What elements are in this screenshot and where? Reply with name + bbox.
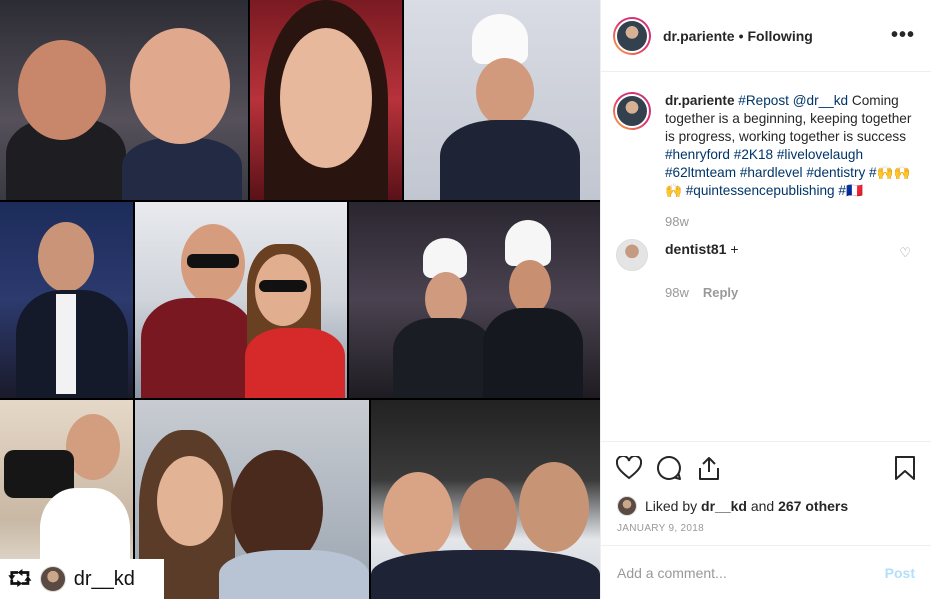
- following-button[interactable]: Following: [748, 28, 813, 44]
- post-side-panel: dr.pariente • Following ••• dr.pariente …: [600, 0, 931, 599]
- collage-photo-sunglasses-couple: [135, 202, 347, 398]
- caption-username[interactable]: dr.pariente: [665, 93, 735, 108]
- comment-input[interactable]: [617, 564, 885, 581]
- caption: dr.pariente #Repost @dr__kd Coming toget…: [613, 92, 915, 200]
- collage-photo-three-men: [371, 400, 600, 599]
- author-avatar[interactable]: [613, 16, 651, 55]
- comment-time: 98w: [665, 285, 689, 300]
- comment-body: +: [730, 241, 739, 257]
- likes-text: Liked by dr__kd and 267 others: [645, 498, 848, 514]
- comment-meta: 98w Reply: [665, 285, 915, 300]
- collage-photo-two-men: [0, 0, 248, 200]
- action-bar: [601, 441, 931, 493]
- liker-username[interactable]: dr__kd: [701, 498, 747, 514]
- caption-body: #Repost @dr__kd Coming together is a beg…: [665, 93, 911, 198]
- likes-prefix: Liked by: [645, 498, 698, 514]
- collage-photo-chef-hat: [404, 0, 600, 200]
- post-header: dr.pariente • Following •••: [601, 0, 931, 72]
- comment-icon[interactable]: [655, 454, 683, 482]
- collage-photo-woman: [250, 0, 402, 200]
- collage-photo-kiss: [135, 400, 369, 599]
- likes-others-link[interactable]: 267 others: [778, 498, 848, 514]
- collage-photo-chefs-party: [349, 202, 600, 398]
- post-button[interactable]: Post: [885, 565, 915, 581]
- hashtag-link[interactable]: #Repost: [738, 93, 789, 108]
- repost-avatar: [39, 566, 66, 592]
- hashtag-link[interactable]: #dentistry: [806, 165, 865, 180]
- share-icon[interactable]: [695, 454, 723, 482]
- more-options-icon[interactable]: •••: [891, 24, 915, 47]
- collage-photo-man-bottle: [0, 202, 133, 398]
- hashtag-link[interactable]: #henryford: [665, 147, 730, 162]
- liker-avatar: [617, 496, 637, 516]
- hashtag-link[interactable]: #🇫🇷: [838, 183, 863, 198]
- comment-text: dentist81 +: [665, 239, 899, 257]
- separator-dot: •: [738, 27, 744, 44]
- post-date: JANUARY 9, 2018: [617, 523, 704, 534]
- post-photo[interactable]: ⮔ dr__kd: [0, 0, 600, 599]
- hashtag-link[interactable]: #livelovelaugh: [777, 147, 863, 162]
- commenter-username[interactable]: dentist81: [665, 241, 726, 257]
- hashtag-link[interactable]: #: [869, 165, 877, 180]
- hashtag-link[interactable]: @dr__kd: [793, 93, 848, 108]
- commenter-avatar[interactable]: [616, 239, 648, 271]
- caption-time: 98w: [665, 214, 689, 229]
- add-comment-form: Post: [601, 545, 931, 599]
- comments-section: dr.pariente #Repost @dr__kd Coming toget…: [601, 72, 931, 441]
- likes-summary: Liked by dr__kd and 267 others: [601, 493, 931, 519]
- author-info: dr.pariente • Following: [663, 28, 891, 44]
- likes-and: and: [750, 498, 775, 514]
- instagram-post: ⮔ dr__kd dr.pariente • Following ••• dr.…: [0, 0, 931, 599]
- repost-username: dr__kd: [73, 567, 135, 590]
- repost-credit: ⮔ dr__kd: [0, 559, 164, 599]
- comment-like-icon[interactable]: ♡: [899, 245, 911, 261]
- hashtag-link[interactable]: #hardlevel: [740, 165, 803, 180]
- hashtag-link[interactable]: #2K18: [734, 147, 773, 162]
- hashtag-link[interactable]: #quintessencepublishing: [686, 183, 835, 198]
- comment-item: dentist81 + ♡: [613, 239, 915, 271]
- bookmark-icon[interactable]: [891, 454, 919, 482]
- repost-icon: ⮔: [8, 568, 32, 590]
- author-username[interactable]: dr.pariente: [663, 28, 735, 44]
- reply-button[interactable]: Reply: [703, 285, 738, 300]
- hashtag-link[interactable]: #62ltmteam: [665, 165, 736, 180]
- heart-icon[interactable]: [615, 454, 643, 482]
- caption-avatar[interactable]: [613, 92, 651, 130]
- caption-text: dr.pariente #Repost @dr__kd Coming toget…: [665, 92, 915, 200]
